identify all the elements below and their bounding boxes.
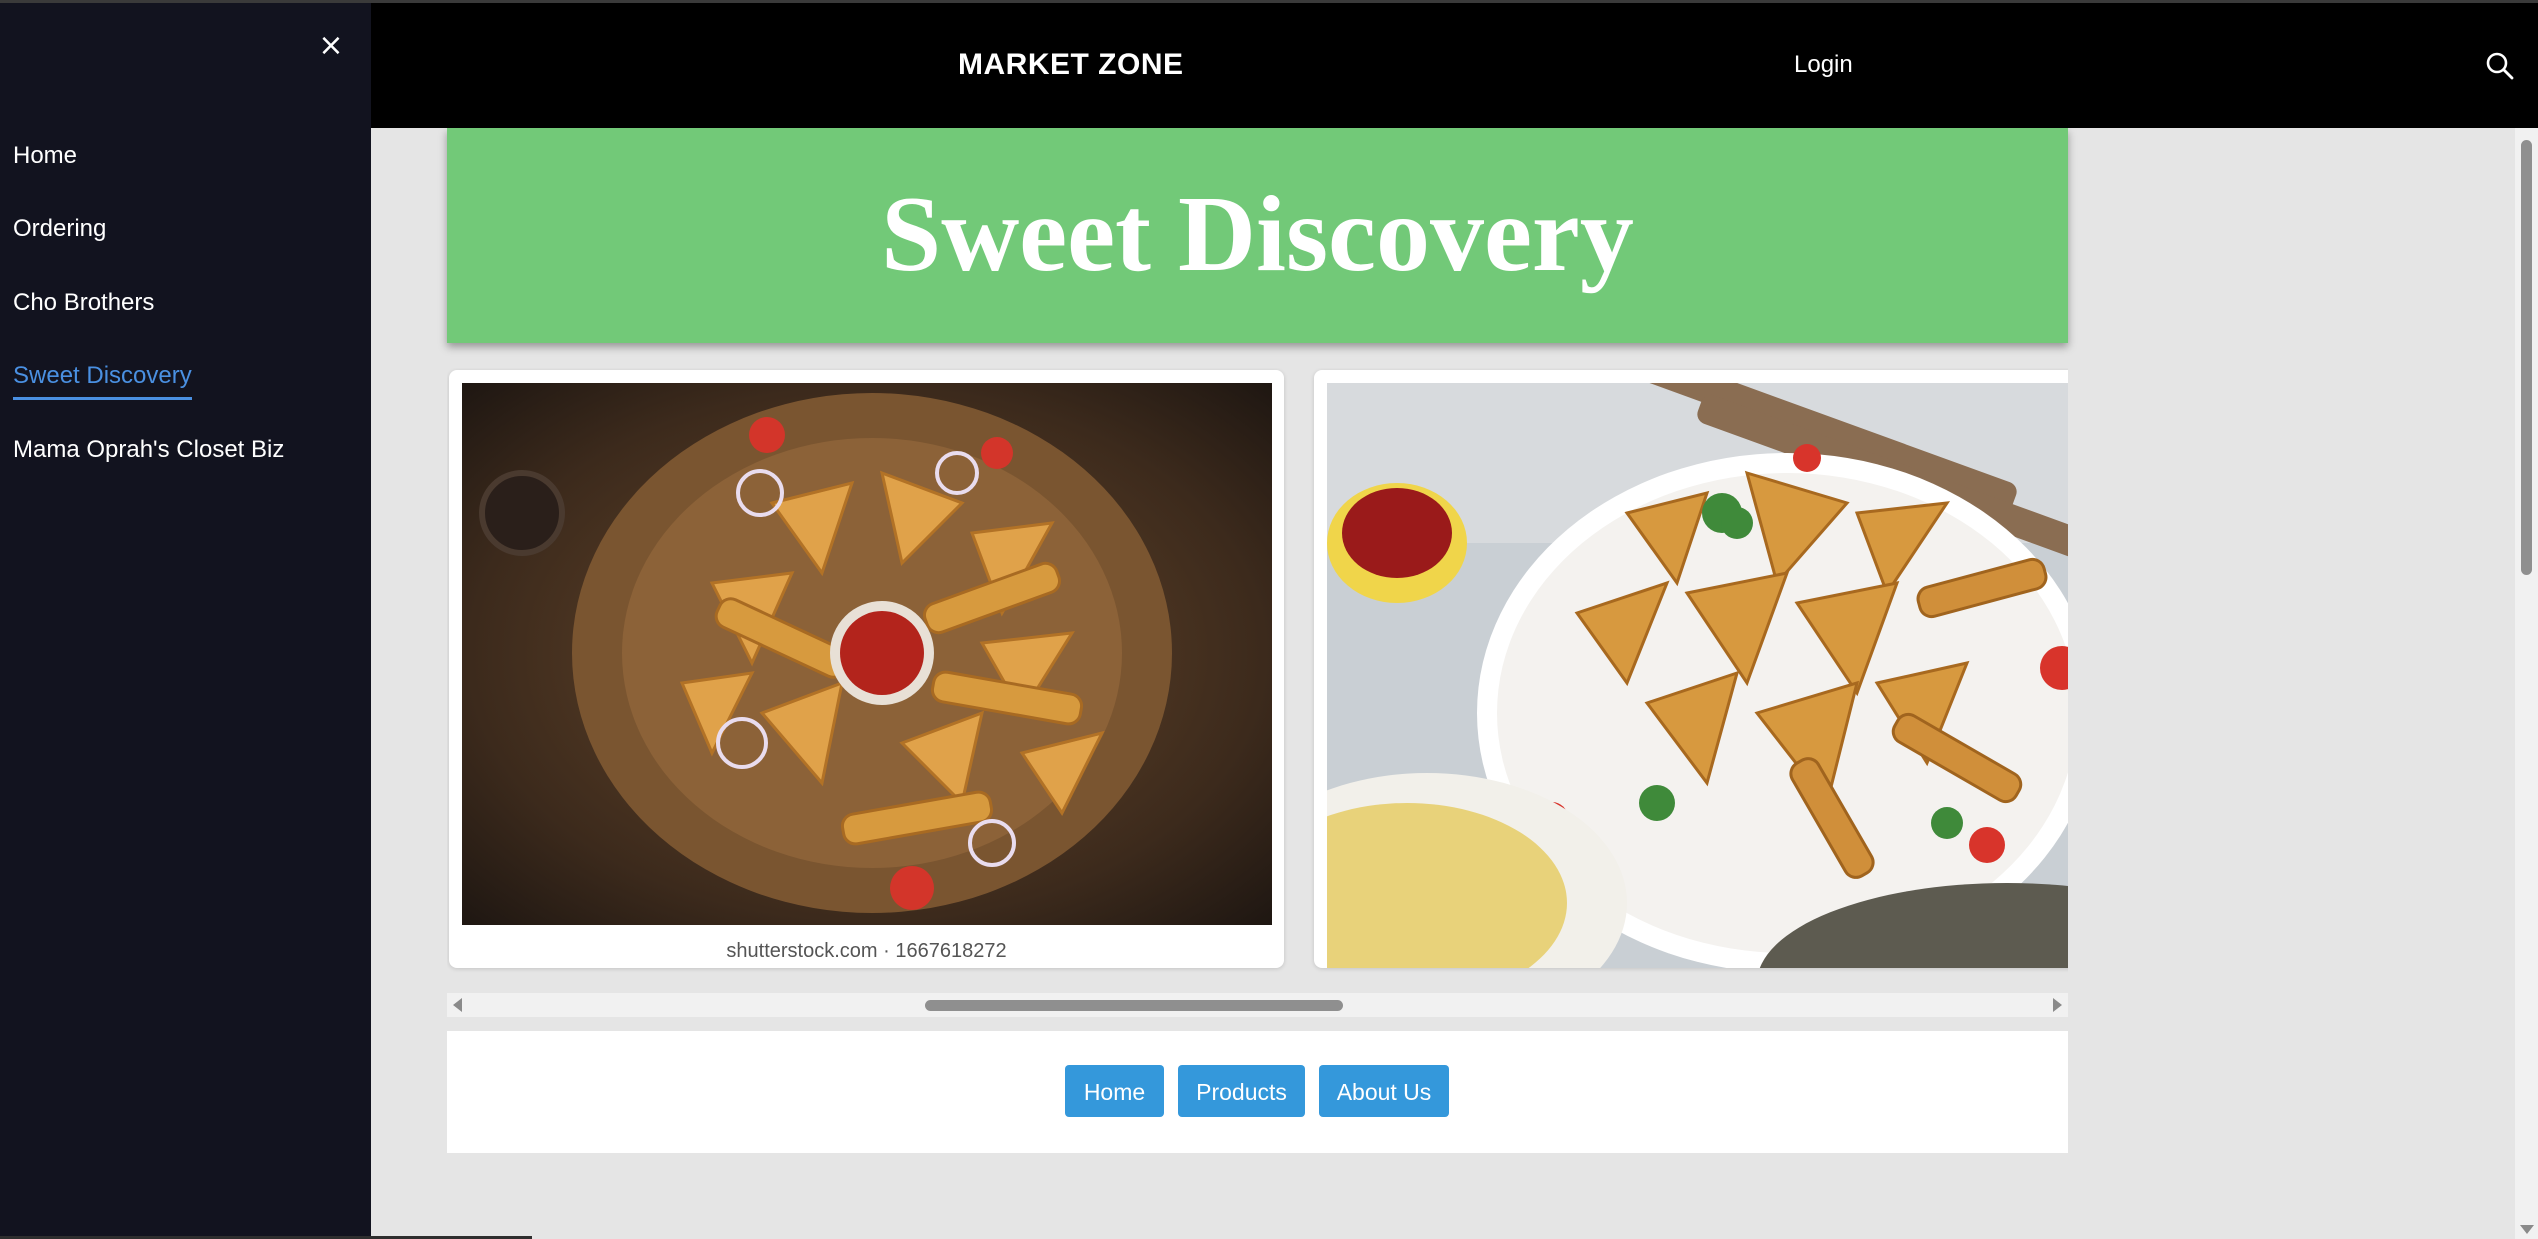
sidebar-item-mama-oprahs-closet-biz[interactable]: Mama Oprah's Closet Biz: [13, 435, 284, 465]
scroll-right-arrow-icon[interactable]: [2053, 998, 2062, 1012]
sidebar: × Home Ordering Cho Brothers Sweet Disco…: [0, 3, 532, 1239]
scrollbar-thumb[interactable]: [925, 1000, 1343, 1011]
brand-title[interactable]: MARKET ZONE: [958, 45, 1184, 85]
sidebar-item-ordering[interactable]: Ordering: [13, 214, 106, 244]
gallery-card: shutterstock.com · 1667618272: [449, 370, 1284, 968]
samosa-plate-photo: [1327, 383, 2068, 968]
scroll-left-arrow-icon[interactable]: [453, 998, 462, 1012]
sidebar-item-home[interactable]: Home: [13, 141, 77, 171]
gallery-horizontal-scrollbar[interactable]: [447, 993, 2068, 1017]
shop-banner: Sweet Discovery: [447, 128, 2068, 343]
image-watermark-caption: shutterstock.com · 1667618272: [726, 940, 1007, 962]
footer-nav: Home Products About Us: [447, 1031, 2068, 1153]
page-title: Sweet Discovery: [881, 175, 1634, 294]
scroll-down-arrow-icon[interactable]: [2520, 1225, 2534, 1234]
sidebar-item-sweet-discovery[interactable]: Sweet Discovery: [13, 361, 192, 400]
top-header: MARKET ZONE Login: [371, 3, 2538, 128]
footer-products-button[interactable]: Products: [1178, 1065, 1305, 1117]
product-gallery[interactable]: shutterstock.com · 1667618272: [447, 368, 2068, 980]
gallery-card: [1314, 370, 2068, 968]
close-icon[interactable]: ×: [318, 31, 344, 61]
footer-about-us-button[interactable]: About Us: [1319, 1065, 1449, 1117]
samosa-platter-photo: [462, 383, 1272, 925]
sidebar-item-cho-brothers[interactable]: Cho Brothers: [13, 288, 154, 318]
footer-home-button[interactable]: Home: [1065, 1065, 1164, 1117]
search-icon[interactable]: [2484, 50, 2516, 82]
page-vertical-scrollbar[interactable]: [2515, 128, 2538, 1239]
scrollbar-thumb[interactable]: [2521, 140, 2532, 575]
login-link[interactable]: Login: [1794, 49, 1853, 81]
